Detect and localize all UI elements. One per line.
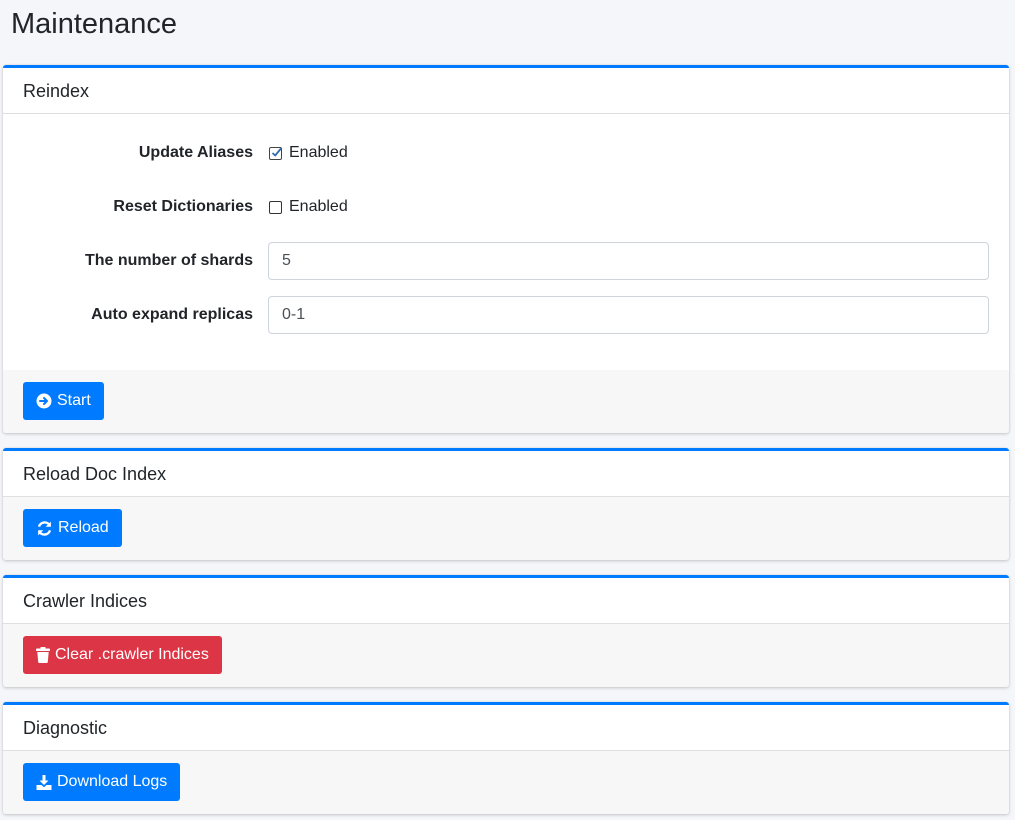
crawler-indices-card-header: Crawler Indices (3, 578, 1009, 624)
start-button[interactable]: Start (23, 382, 104, 420)
crawler-indices-card: Crawler Indices Clear .crawler Indices (3, 575, 1009, 687)
reindex-card-body: Update Aliases Enabled Reset Dictionarie… (3, 114, 1009, 370)
trash-icon (36, 647, 50, 663)
number-of-shards-row: The number of shards (3, 242, 1009, 280)
download-icon (36, 774, 52, 790)
reset-dictionaries-row: Reset Dictionaries Enabled (3, 188, 1009, 226)
start-button-label: Start (57, 392, 91, 409)
update-aliases-checkbox-wrap[interactable]: Enabled (268, 144, 348, 162)
auto-expand-replicas-input[interactable] (268, 296, 989, 334)
reload-doc-index-card-footer: Reload (3, 497, 1009, 560)
download-logs-button-label: Download Logs (57, 773, 168, 790)
reset-dictionaries-label: Reset Dictionaries (113, 198, 253, 215)
diagnostic-card: Diagnostic Download Logs (3, 702, 1009, 814)
reset-dictionaries-checkbox-label: Enabled (289, 198, 348, 215)
crawler-indices-card-footer: Clear .crawler Indices (3, 624, 1009, 687)
reload-doc-index-card-header: Reload Doc Index (3, 451, 1009, 497)
clear-crawler-indices-button-label: Clear .crawler Indices (55, 646, 209, 663)
update-aliases-label: Update Aliases (138, 144, 253, 161)
number-of-shards-input[interactable] (268, 242, 989, 280)
checkmark-icon (271, 147, 282, 157)
reset-dictionaries-checkbox-wrap[interactable]: Enabled (268, 198, 348, 216)
clear-crawler-indices-button[interactable]: Clear .crawler Indices (23, 636, 222, 674)
reindex-card-footer: Start (3, 370, 1009, 433)
auto-expand-replicas-label: Auto expand replicas (91, 306, 253, 323)
page-title: Maintenance (11, 8, 178, 40)
diagnostic-card-header: Diagnostic (3, 705, 1009, 751)
reindex-card-header: Reindex (3, 68, 1009, 114)
reset-dictionaries-checkbox[interactable] (269, 200, 282, 214)
arrow-circle-right-icon (36, 393, 52, 409)
update-aliases-checkbox[interactable] (269, 146, 282, 160)
update-aliases-checkbox-label: Enabled (289, 144, 348, 161)
reload-doc-index-card: Reload Doc Index Reload (3, 448, 1009, 560)
reload-button-label: Reload (58, 519, 109, 536)
auto-expand-replicas-row: Auto expand replicas (3, 296, 1009, 334)
sync-icon (36, 520, 53, 537)
diagnostic-card-footer: Download Logs (3, 751, 1009, 814)
number-of-shards-label: The number of shards (84, 252, 253, 269)
download-logs-button[interactable]: Download Logs (23, 763, 181, 801)
reindex-card: Reindex Update Aliases Enabled Reset Dic… (3, 65, 1009, 433)
reload-button[interactable]: Reload (23, 509, 122, 547)
update-aliases-row: Update Aliases Enabled (3, 134, 1009, 172)
